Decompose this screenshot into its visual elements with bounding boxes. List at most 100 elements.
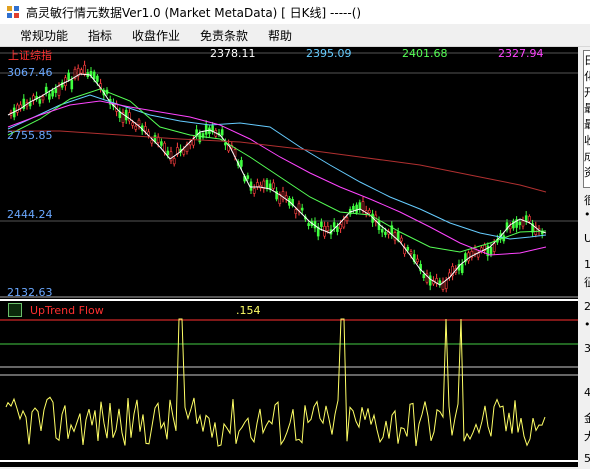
candle-body bbox=[339, 224, 342, 230]
app-icon bbox=[7, 6, 19, 18]
candle-body bbox=[396, 231, 400, 241]
side-char: 征 bbox=[584, 276, 590, 289]
candle-body bbox=[521, 220, 525, 227]
side-char: 3 bbox=[584, 342, 590, 355]
candle-body bbox=[92, 71, 96, 80]
candle-body bbox=[134, 125, 138, 130]
candle-body bbox=[524, 215, 528, 222]
candle-body bbox=[150, 140, 154, 144]
candle-body bbox=[358, 202, 362, 210]
candle-body bbox=[265, 179, 269, 189]
side-char: 很 bbox=[584, 194, 590, 207]
candle-body bbox=[163, 142, 166, 153]
side-char: 大 bbox=[584, 430, 590, 443]
menu-indicators[interactable]: 指标 bbox=[88, 27, 112, 44]
menu-disclaimer[interactable]: 免责条款 bbox=[200, 27, 248, 44]
candle-body bbox=[54, 88, 58, 93]
candle-body bbox=[169, 151, 173, 162]
side-char: 开 bbox=[584, 86, 590, 99]
menu-general[interactable]: 常规功能 bbox=[20, 27, 68, 44]
candle-body bbox=[416, 258, 419, 263]
side-char: 2 bbox=[584, 300, 590, 313]
candle-body bbox=[336, 226, 339, 232]
candle-body bbox=[528, 216, 531, 222]
side-char: 1 bbox=[584, 258, 590, 271]
candle-body bbox=[400, 237, 403, 242]
candle-body bbox=[428, 275, 432, 286]
candle-body bbox=[409, 251, 413, 255]
indicator-value: .154 bbox=[236, 304, 261, 317]
candle-body bbox=[182, 149, 186, 155]
candle-body bbox=[332, 222, 336, 228]
price-axis-label: 2132.63 bbox=[7, 286, 53, 299]
uptrend-flow-line bbox=[5, 318, 546, 447]
kline-chart bbox=[0, 52, 578, 462]
side-char: 化 bbox=[584, 70, 590, 83]
candle-body bbox=[220, 129, 224, 136]
candle-body bbox=[422, 273, 426, 279]
candle-body bbox=[249, 181, 253, 191]
candle-body bbox=[144, 126, 147, 132]
candle-body bbox=[198, 132, 202, 143]
candle-body bbox=[44, 86, 48, 93]
candle-body bbox=[467, 252, 470, 262]
candle-body bbox=[460, 263, 464, 273]
price-axis-label: 3067.46 bbox=[7, 66, 53, 79]
candle-body bbox=[380, 229, 384, 233]
candle-body bbox=[51, 90, 54, 97]
candle-body bbox=[345, 217, 349, 222]
menu-help[interactable]: 帮助 bbox=[268, 27, 292, 44]
candle-body bbox=[294, 209, 298, 214]
ma-line-5 bbox=[8, 130, 547, 193]
ma4-value: 2327.94 bbox=[498, 47, 544, 60]
side-char: 4 bbox=[584, 386, 590, 399]
candle-body bbox=[172, 158, 176, 165]
candle-body bbox=[320, 221, 323, 227]
candle-body bbox=[70, 79, 74, 90]
candle-body bbox=[57, 86, 61, 96]
candle-body bbox=[444, 279, 448, 289]
candle-body bbox=[492, 243, 496, 252]
ma-line-4 bbox=[7, 100, 547, 256]
candle-body bbox=[489, 247, 493, 256]
side-char: 5 bbox=[584, 452, 590, 465]
candle-body bbox=[361, 201, 365, 211]
side-char: U bbox=[584, 232, 590, 245]
ma1-value: 2378.11 bbox=[210, 47, 256, 60]
menu-bar: 常规功能 指标 收盘作业 免责条款 帮助 bbox=[0, 24, 590, 47]
candle-body bbox=[352, 205, 355, 210]
candle-body bbox=[307, 223, 310, 226]
side-char: 成 bbox=[584, 150, 590, 163]
chart-area[interactable]: 上证综指 2378.11 2395.09 2401.68 2327.94 306… bbox=[0, 47, 578, 467]
side-char: 金 bbox=[584, 412, 590, 425]
menu-close-operations[interactable]: 收盘作业 bbox=[132, 27, 180, 44]
candle-body bbox=[252, 188, 256, 194]
candle-body bbox=[384, 231, 387, 235]
candle-body bbox=[204, 124, 208, 135]
ma3-value: 2401.68 bbox=[402, 47, 448, 60]
candle-body bbox=[80, 69, 83, 74]
candle-body bbox=[96, 75, 99, 82]
ma-line-3 bbox=[7, 88, 547, 253]
candle-body bbox=[246, 175, 250, 179]
candle-body bbox=[131, 122, 134, 126]
candle-body bbox=[300, 207, 304, 211]
candle-body bbox=[256, 182, 259, 187]
ma2-value: 2395.09 bbox=[306, 47, 352, 60]
side-char: 收 bbox=[584, 134, 590, 147]
candle-body bbox=[272, 182, 275, 189]
candle-body bbox=[342, 219, 346, 228]
indicator-settings-icon[interactable] bbox=[8, 303, 22, 317]
candle-body bbox=[355, 204, 358, 213]
price-axis-label: 2755.85 bbox=[7, 129, 53, 142]
side-char: 最 bbox=[584, 118, 590, 131]
candle-body bbox=[224, 142, 227, 146]
candle-body bbox=[38, 99, 42, 104]
candle-body bbox=[326, 225, 330, 231]
side-char: • bbox=[584, 318, 590, 331]
candle-body bbox=[368, 209, 371, 214]
price-axis-label: 2444.24 bbox=[7, 208, 53, 221]
candle-body bbox=[137, 119, 141, 125]
candle-body bbox=[124, 109, 128, 121]
side-char: 最 bbox=[584, 102, 590, 115]
